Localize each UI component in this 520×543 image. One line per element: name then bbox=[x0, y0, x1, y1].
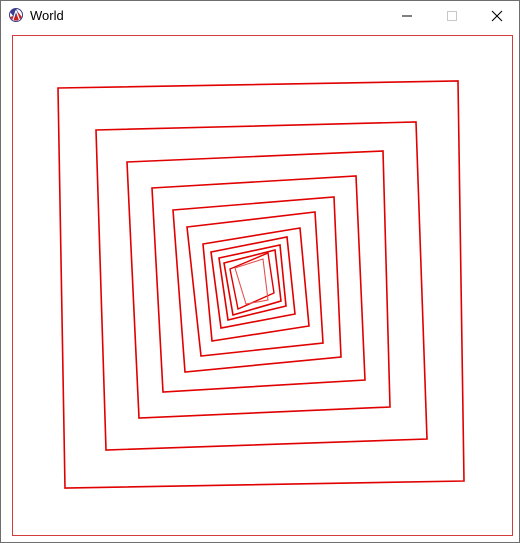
maximize-button[interactable] bbox=[429, 1, 474, 30]
close-button[interactable] bbox=[474, 1, 519, 30]
racket-logo-icon[interactable] bbox=[9, 8, 23, 22]
close-icon bbox=[491, 10, 502, 21]
spiral-square-3 bbox=[126, 150, 391, 419]
spiral-square-1 bbox=[57, 80, 465, 489]
spiral-square-2 bbox=[95, 121, 428, 451]
title-bar[interactable]: World bbox=[1, 1, 519, 30]
window-title: World bbox=[30, 8, 64, 23]
minimize-button[interactable] bbox=[384, 1, 429, 30]
world-window: World bbox=[0, 0, 520, 543]
maximize-icon bbox=[446, 10, 457, 21]
minimize-icon bbox=[401, 15, 412, 16]
spiral-square-7 bbox=[202, 227, 310, 342]
canvas-border bbox=[12, 35, 513, 536]
world-canvas[interactable] bbox=[6, 31, 514, 539]
